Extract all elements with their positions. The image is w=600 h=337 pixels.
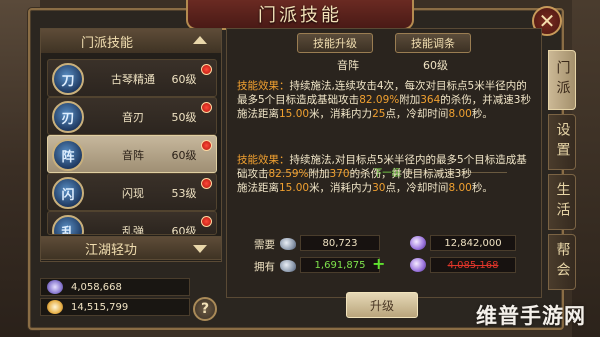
notification-dot-icon <box>201 216 212 227</box>
skill-level: 53级 <box>171 187 197 200</box>
effect-text: 施法距离 <box>237 182 279 194</box>
effect-label: 技能效果： <box>237 80 290 92</box>
tab-skill-config[interactable]: 技能调条 <box>395 33 471 53</box>
skill-list-header-label: 门派技能 <box>81 35 134 51</box>
question-icon: ? <box>200 301 210 317</box>
skill-detail-level: 60级 <box>423 59 448 72</box>
currency-value: 4,058,668 <box>71 281 122 293</box>
side-tab-life[interactable]: 生活 <box>548 174 576 230</box>
skill-name: 音刃 <box>122 111 144 124</box>
skill-icon: 乱 <box>52 215 84 234</box>
effect-value: 364 <box>420 94 441 106</box>
effect-text: 的杀伤，并减速3秒 <box>440 94 531 106</box>
upgrade-button[interactable]: 升级 <box>346 292 418 318</box>
skill-name: 乱弹 <box>122 225 144 235</box>
have-orb-value: 4,085,168 <box>430 257 516 273</box>
skill-level: 60级 <box>171 149 197 162</box>
have-stone-value: 1,691,875 <box>300 257 380 273</box>
window-title: 门派技能 <box>186 0 414 30</box>
effect-text: 附加 <box>308 168 330 180</box>
side-tab-label: 帮会 <box>554 242 571 282</box>
skill-stone-icon <box>280 238 296 250</box>
chevron-down-icon[interactable] <box>193 245 207 253</box>
effect-mana: 25 <box>372 108 386 120</box>
skill-item-luantan[interactable]: 乱 乱弹 60级 <box>47 211 217 235</box>
add-stone-icon[interactable]: + <box>372 254 385 273</box>
effect-percent: 82.59% <box>268 168 309 180</box>
need-orb-value: 12,842,000 <box>430 235 516 251</box>
skill-category-label: 江湖轻功 <box>85 242 138 258</box>
spirit-orb-icon <box>410 236 426 250</box>
skill-item-yinren[interactable]: 刃 音刃 50级 <box>47 97 217 135</box>
spirit-orb-icon <box>410 258 426 272</box>
effect-label: 技能效果： <box>237 154 290 166</box>
next-effect-text: 技能效果：持续施法,对目标点5米半径内的最多5个目标造成基础攻击82.59%附加… <box>237 153 537 195</box>
skill-name: 音阵 <box>122 149 144 162</box>
skill-list-header[interactable]: 门派技能 <box>41 29 221 53</box>
effect-text: 秒。 <box>471 182 493 194</box>
effect-text: 点，冷却时间 <box>385 108 449 120</box>
help-button[interactable]: ? <box>193 297 217 321</box>
current-effect-text: 技能效果：持续施法,连续攻击4次，每次对目标点5米半径内的最多5个目标造成基础攻… <box>237 79 537 121</box>
effect-distance: 15.00 <box>279 182 310 194</box>
skill-detail-title: 音阵 60级 <box>237 57 533 75</box>
effect-mana: 30 <box>372 182 386 194</box>
skill-category-qinggong[interactable]: 江湖轻功 <box>40 236 222 260</box>
effect-text: 秒。 <box>471 108 493 120</box>
effect-text: 施法距离 <box>237 108 279 120</box>
side-tab-label: 生活 <box>554 182 571 222</box>
skill-list-panel: 门派技能 刀 古琴精通 60级 刃 音刃 50级 阵 音阵 60级 闪 闪现 5… <box>40 28 222 262</box>
upgrade-cost-panel: 需要 80,723 12,842,000 拥有 1,691,875 + 4,08… <box>226 232 542 278</box>
notification-dot-icon <box>201 102 212 113</box>
effect-percent: 82.09% <box>359 94 400 106</box>
notification-dot-icon <box>201 64 212 75</box>
effect-value: 370 <box>329 168 350 180</box>
effect-text: 米，消耗内力 <box>309 108 373 120</box>
skill-icon: 刃 <box>52 101 84 133</box>
skill-level: 60级 <box>171 225 197 235</box>
skill-detail-name: 音阵 <box>337 59 359 72</box>
skill-item-yinzhen[interactable]: 阵 音阵 60级 <box>47 135 217 173</box>
currency-spirit: 14,515,799 <box>40 298 190 316</box>
skill-name: 闪现 <box>122 187 144 200</box>
effect-distance: 15.00 <box>279 108 310 120</box>
effect-cooldown: 8.00 <box>448 108 472 120</box>
effect-cooldown: 8.00 <box>448 182 472 194</box>
skill-stone-icon <box>280 260 296 272</box>
currency-value: 14,515,799 <box>71 301 129 313</box>
have-label: 拥有 <box>254 261 275 273</box>
side-tab-sect[interactable]: 门派 <box>548 50 576 110</box>
side-tab-label: 设置 <box>554 122 571 162</box>
skill-icon: 刀 <box>52 63 84 95</box>
spirit-orb-icon <box>47 300 63 314</box>
chevron-up-icon[interactable] <box>193 36 207 44</box>
tab-skill-upgrade[interactable]: 技能升级 <box>297 33 373 53</box>
effect-text: 点，冷却时间 <box>385 182 449 194</box>
notification-dot-icon <box>201 178 212 189</box>
background-right <box>572 0 600 337</box>
skill-level: 50级 <box>171 111 197 124</box>
effect-text: 的杀伤，并使目标减速3秒 <box>349 168 472 180</box>
notification-dot-icon <box>201 140 212 151</box>
skill-icon: 阵 <box>52 139 84 171</box>
skill-name: 古琴精通 <box>111 73 155 86</box>
effect-text: 米，消耗内力 <box>309 182 373 194</box>
currency-silver: 4,058,668 <box>40 278 190 296</box>
watermark-text: 维普手游网 <box>476 304 586 328</box>
side-tab-settings[interactable]: 设置 <box>548 114 576 170</box>
side-tab-guild[interactable]: 帮会 <box>548 234 576 290</box>
silver-coin-icon <box>47 280 63 294</box>
skill-item-guqin[interactable]: 刀 古琴精通 60级 <box>47 59 217 97</box>
side-tab-label: 门派 <box>554 60 571 100</box>
need-stone-value: 80,723 <box>300 235 380 251</box>
effect-text: 附加 <box>399 94 421 106</box>
skill-icon: 闪 <box>52 177 84 209</box>
skill-level: 60级 <box>171 73 197 86</box>
skill-item-shanxian[interactable]: 闪 闪现 53级 <box>47 173 217 211</box>
need-label: 需要 <box>254 239 275 251</box>
